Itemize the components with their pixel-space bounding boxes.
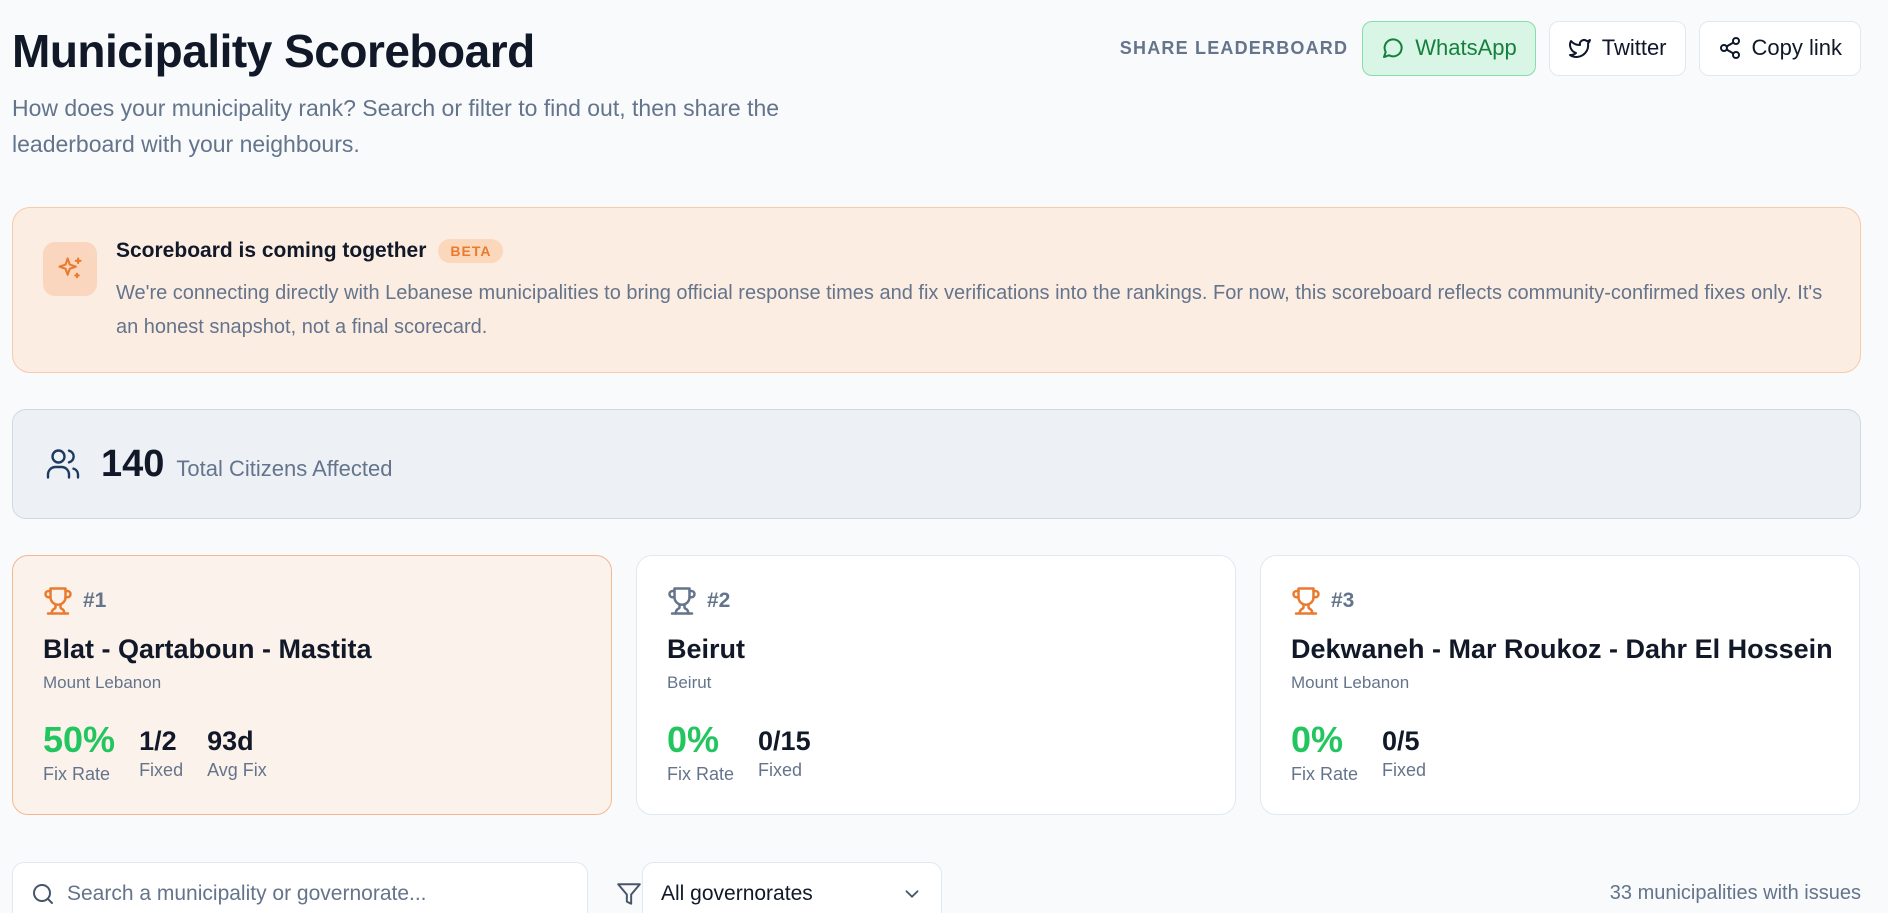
podium-card-2[interactable]: #2 Beirut Beirut 0% Fix Rate 0/15 Fixed [636, 555, 1236, 815]
governorate-name: Mount Lebanon [1291, 673, 1410, 692]
beta-badge: BETA [438, 239, 504, 263]
search-box [12, 862, 588, 913]
fix-rate-value: 0% [1291, 719, 1344, 760]
rank-header: #3 [1291, 586, 1354, 616]
fix-rate-metric: 0% Fix Rate [667, 718, 734, 785]
rank-header: #1 [43, 586, 106, 616]
filter-icon [616, 881, 642, 907]
results-count: 33 municipalities with issues [1609, 882, 1861, 904]
citizens-affected-stat: 140 Total Citizens Affected [12, 409, 1861, 519]
filter-row: All governorates 33 municipalities with … [12, 862, 1861, 913]
fix-rate-value: 0% [667, 719, 720, 760]
fixed-label: Fixed [1382, 760, 1427, 780]
share-label: SHARE LEADERBOARD [1119, 37, 1349, 58]
podium-card-1[interactable]: #1 Blat - Qartaboun - Mastita Mount Leba… [12, 555, 612, 815]
whatsapp-icon [1381, 36, 1405, 60]
rank-label: #2 [707, 589, 731, 612]
metrics: 50% Fix Rate 1/2 Fixed 93d Avg Fix [43, 718, 267, 785]
rank-label: #1 [83, 589, 107, 612]
podium-card-3[interactable]: #3 Dekwaneh - Mar Roukoz - Dahr El Hosse… [1260, 555, 1860, 815]
fix-rate-metric: 0% Fix Rate [1291, 718, 1358, 785]
whatsapp-share-label: WhatsApp [1415, 35, 1517, 60]
twitter-share-button[interactable]: Twitter [1548, 20, 1686, 76]
trophy-icon [1291, 586, 1321, 616]
avg-fix-value: 93d [207, 726, 254, 756]
fix-rate-label: Fix Rate [43, 764, 111, 784]
fixed-metric: 0/15 Fixed [758, 718, 811, 781]
banner-body: We're connecting directly with Lebanese … [116, 282, 1823, 338]
search-input[interactable] [67, 882, 567, 906]
share-bar: SHARE LEADERBOARD WhatsApp Twitter Copy … [1120, 20, 1861, 76]
copy-link-button[interactable]: Copy link [1698, 20, 1861, 76]
banner-title: Scoreboard is coming together [116, 239, 427, 262]
metrics: 0% Fix Rate 0/5 Fixed [1291, 718, 1426, 785]
fix-rate-value: 50% [43, 719, 116, 760]
banner-header: Scoreboard is coming together BETA [116, 239, 504, 263]
rank-label: #3 [1331, 589, 1355, 612]
sparkles-icon [43, 242, 97, 296]
fix-rate-label: Fix Rate [667, 764, 735, 784]
governorate-selected: All governorates [661, 882, 813, 905]
fix-rate-label: Fix Rate [1291, 764, 1359, 784]
fix-rate-metric: 50% Fix Rate [43, 718, 115, 785]
page-title: Municipality Scoreboard [12, 25, 535, 77]
fixed-label: Fixed [139, 760, 184, 780]
governorate-name: Beirut [667, 673, 712, 692]
rank-header: #2 [667, 586, 730, 616]
municipality-name: Blat - Qartaboun - Mastita [43, 634, 372, 664]
fixed-metric: 0/5 Fixed [1382, 718, 1426, 781]
whatsapp-share-button[interactable]: WhatsApp [1362, 20, 1536, 76]
governorate-select[interactable]: All governorates [642, 862, 942, 913]
fixed-label: Fixed [758, 760, 803, 780]
citizens-affected-value: 140 [101, 442, 165, 485]
twitter-icon [1568, 36, 1592, 60]
share-icon [1718, 36, 1742, 60]
podium: #1 Blat - Qartaboun - Mastita Mount Leba… [12, 555, 1861, 815]
fixed-value: 0/15 [758, 726, 811, 756]
fixed-metric: 1/2 Fixed [139, 718, 183, 781]
avg-fix-metric: 93d Avg Fix [207, 718, 267, 781]
users-icon [45, 446, 81, 482]
metrics: 0% Fix Rate 0/15 Fixed [667, 718, 811, 785]
trophy-icon [667, 586, 697, 616]
municipality-name: Dekwaneh - Mar Roukoz - Dahr El Hossein [1291, 634, 1833, 664]
page-subtitle: How does your municipality rank? Search … [12, 95, 780, 157]
fixed-value: 0/5 [1382, 726, 1420, 756]
beta-banner: Scoreboard is coming together BETA We're… [12, 207, 1861, 373]
municipality-name: Beirut [667, 634, 746, 664]
twitter-share-label: Twitter [1601, 35, 1667, 60]
citizens-affected-label: Total Citizens Affected [176, 456, 393, 481]
governorate-name: Mount Lebanon [43, 673, 162, 692]
avg-fix-label: Avg Fix [207, 760, 267, 780]
search-icon [31, 882, 55, 906]
chevron-down-icon [901, 883, 923, 905]
fixed-value: 1/2 [139, 726, 177, 756]
copy-link-label: Copy link [1751, 35, 1842, 60]
trophy-icon [43, 586, 73, 616]
